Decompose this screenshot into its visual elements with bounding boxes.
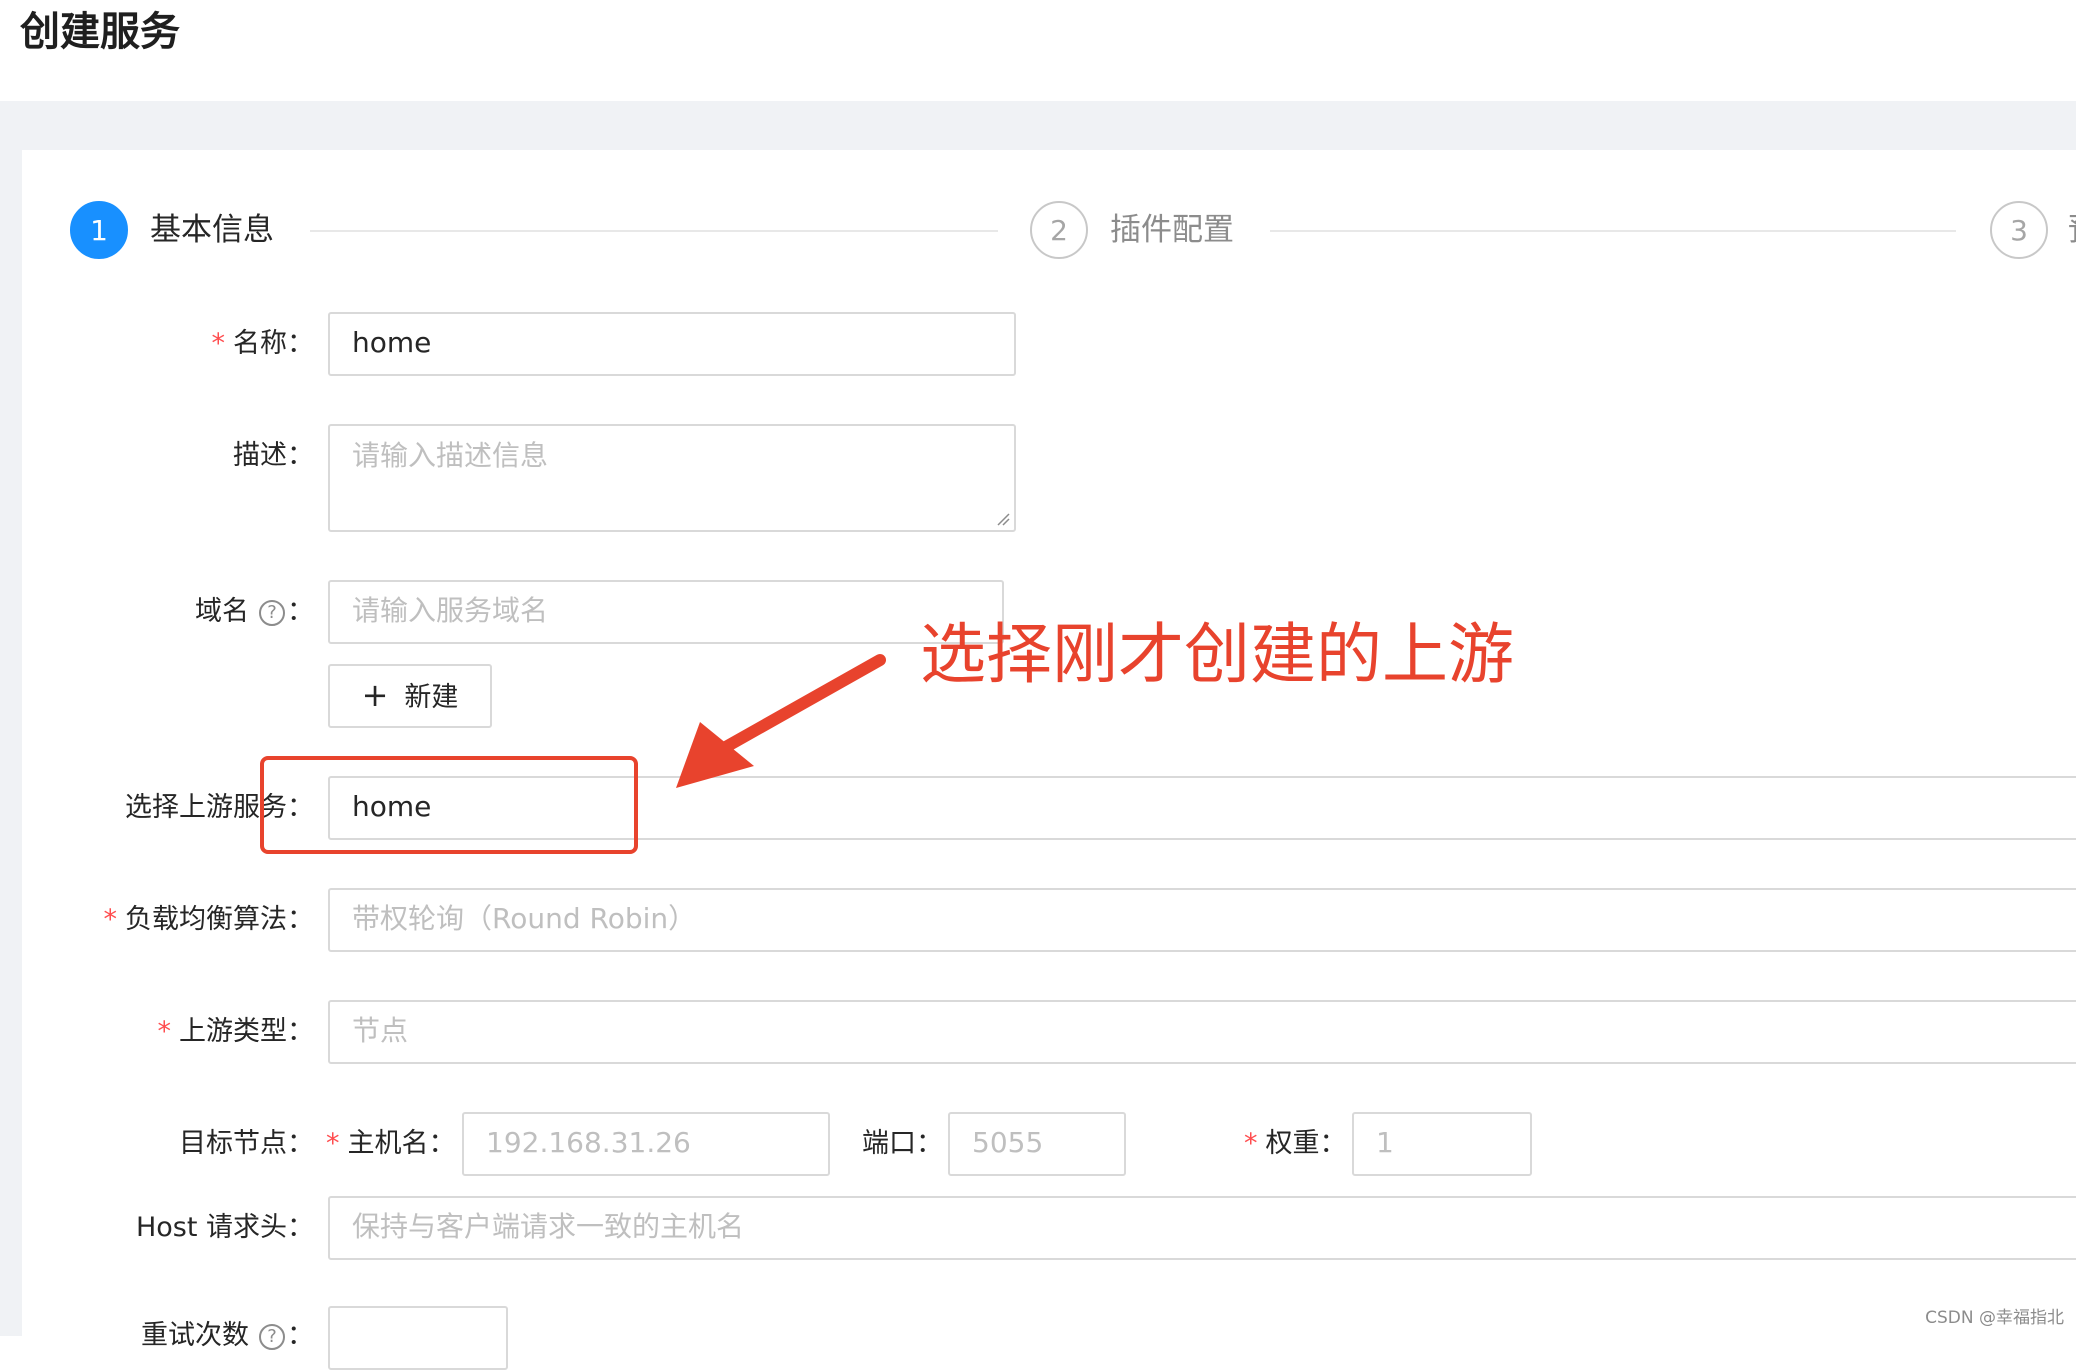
host-header-label-text: Host 请求头 bbox=[135, 1212, 287, 1243]
lb-select[interactable]: 带权轮询（Round Robin） bbox=[328, 888, 2076, 952]
name-input[interactable]: home bbox=[328, 312, 1016, 376]
step-2-number: 2 bbox=[1050, 213, 1068, 247]
weight-label-text: 权重 bbox=[1265, 1128, 1320, 1159]
host-label: * 主机名： bbox=[326, 1124, 456, 1164]
step-2-circle[interactable]: 2 bbox=[1030, 201, 1088, 259]
upstream-type-select[interactable]: 节点 bbox=[328, 1000, 2076, 1064]
colon: ： bbox=[287, 1212, 314, 1243]
colon: ： bbox=[287, 904, 314, 935]
step-connector-1 bbox=[310, 230, 998, 232]
colon: ： bbox=[428, 1128, 456, 1159]
lb-label: * 负载均衡算法： bbox=[104, 900, 315, 940]
port-label-text: 端口 bbox=[862, 1128, 916, 1159]
domain-label-text: 域名 bbox=[195, 596, 249, 627]
required-mark: * bbox=[103, 904, 118, 935]
upstream-type-label-text: 上游类型 bbox=[179, 1016, 287, 1047]
question-circle-icon[interactable]: ? bbox=[259, 599, 285, 626]
colon: ： bbox=[287, 1128, 314, 1159]
step-3-label[interactable]: 预 bbox=[2068, 208, 2076, 252]
port-input[interactable]: 5055 bbox=[948, 1112, 1126, 1176]
colon: ： bbox=[287, 440, 314, 471]
name-label: * 名称： bbox=[212, 324, 315, 364]
target-label: 目标节点： bbox=[179, 1124, 314, 1164]
new-button-label: 新建 bbox=[404, 682, 459, 713]
annotation-highlight-box bbox=[260, 756, 638, 854]
step-connector-2 bbox=[1270, 230, 1956, 232]
required-mark: * bbox=[326, 1128, 340, 1159]
description-placeholder: 请输入描述信息 bbox=[352, 439, 549, 472]
colon: ： bbox=[916, 1128, 943, 1159]
port-label: 端口： bbox=[862, 1124, 943, 1164]
step-3-circle[interactable]: 3 bbox=[1990, 201, 2048, 259]
required-mark: * bbox=[211, 328, 226, 359]
plus-icon: + bbox=[361, 676, 389, 714]
host-label-text: 主机名 bbox=[347, 1128, 429, 1159]
host-header-select[interactable]: 保持与客户端请求一致的主机名 bbox=[328, 1196, 2076, 1260]
colon: ： bbox=[287, 596, 314, 627]
required-mark: * bbox=[157, 1016, 172, 1047]
domain-label: 域名?： bbox=[195, 592, 314, 632]
step-3-number: 3 bbox=[2010, 213, 2028, 247]
retries-label: 重试次数?： bbox=[141, 1316, 314, 1356]
weight-label: * 权重： bbox=[1244, 1124, 1347, 1164]
resize-grip-icon[interactable] bbox=[996, 512, 1010, 526]
target-label-text: 目标节点 bbox=[179, 1128, 287, 1159]
colon: ： bbox=[287, 1016, 314, 1047]
description-textarea[interactable]: 请输入描述信息 bbox=[328, 424, 1016, 532]
retries-input[interactable] bbox=[328, 1306, 508, 1370]
page-title: 创建服务 bbox=[20, 9, 180, 55]
question-circle-icon[interactable]: ? bbox=[259, 1323, 285, 1350]
step-1-label[interactable]: 基本信息 bbox=[150, 208, 274, 252]
annotation-text: 选择刚才创建的上游 bbox=[920, 616, 1514, 693]
step-2-label[interactable]: 插件配置 bbox=[1110, 208, 1234, 252]
required-mark: * bbox=[1244, 1128, 1258, 1159]
watermark: CSDN @幸福指北 bbox=[1925, 1308, 2064, 1328]
weight-input[interactable]: 1 bbox=[1352, 1112, 1532, 1176]
new-domain-button[interactable]: + 新建 bbox=[328, 664, 492, 728]
step-1-circle[interactable]: 1 bbox=[70, 201, 128, 259]
description-label: 描述： bbox=[233, 436, 314, 476]
description-label-text: 描述 bbox=[233, 440, 287, 471]
host-input[interactable]: 192.168.31.26 bbox=[462, 1112, 830, 1176]
annotation-arrow-icon bbox=[676, 654, 886, 788]
step-1-number: 1 bbox=[90, 213, 108, 247]
host-header-label: Host 请求头： bbox=[136, 1208, 314, 1248]
colon: ： bbox=[1319, 1128, 1347, 1159]
upstream-type-label: * 上游类型： bbox=[158, 1012, 315, 1052]
colon: ： bbox=[287, 328, 314, 359]
name-label-text: 名称 bbox=[233, 328, 287, 359]
lb-label-text: 负载均衡算法 bbox=[125, 904, 287, 935]
page-header: 创建服务 bbox=[0, 0, 2076, 101]
domain-input[interactable]: 请输入服务域名 bbox=[328, 580, 1004, 644]
